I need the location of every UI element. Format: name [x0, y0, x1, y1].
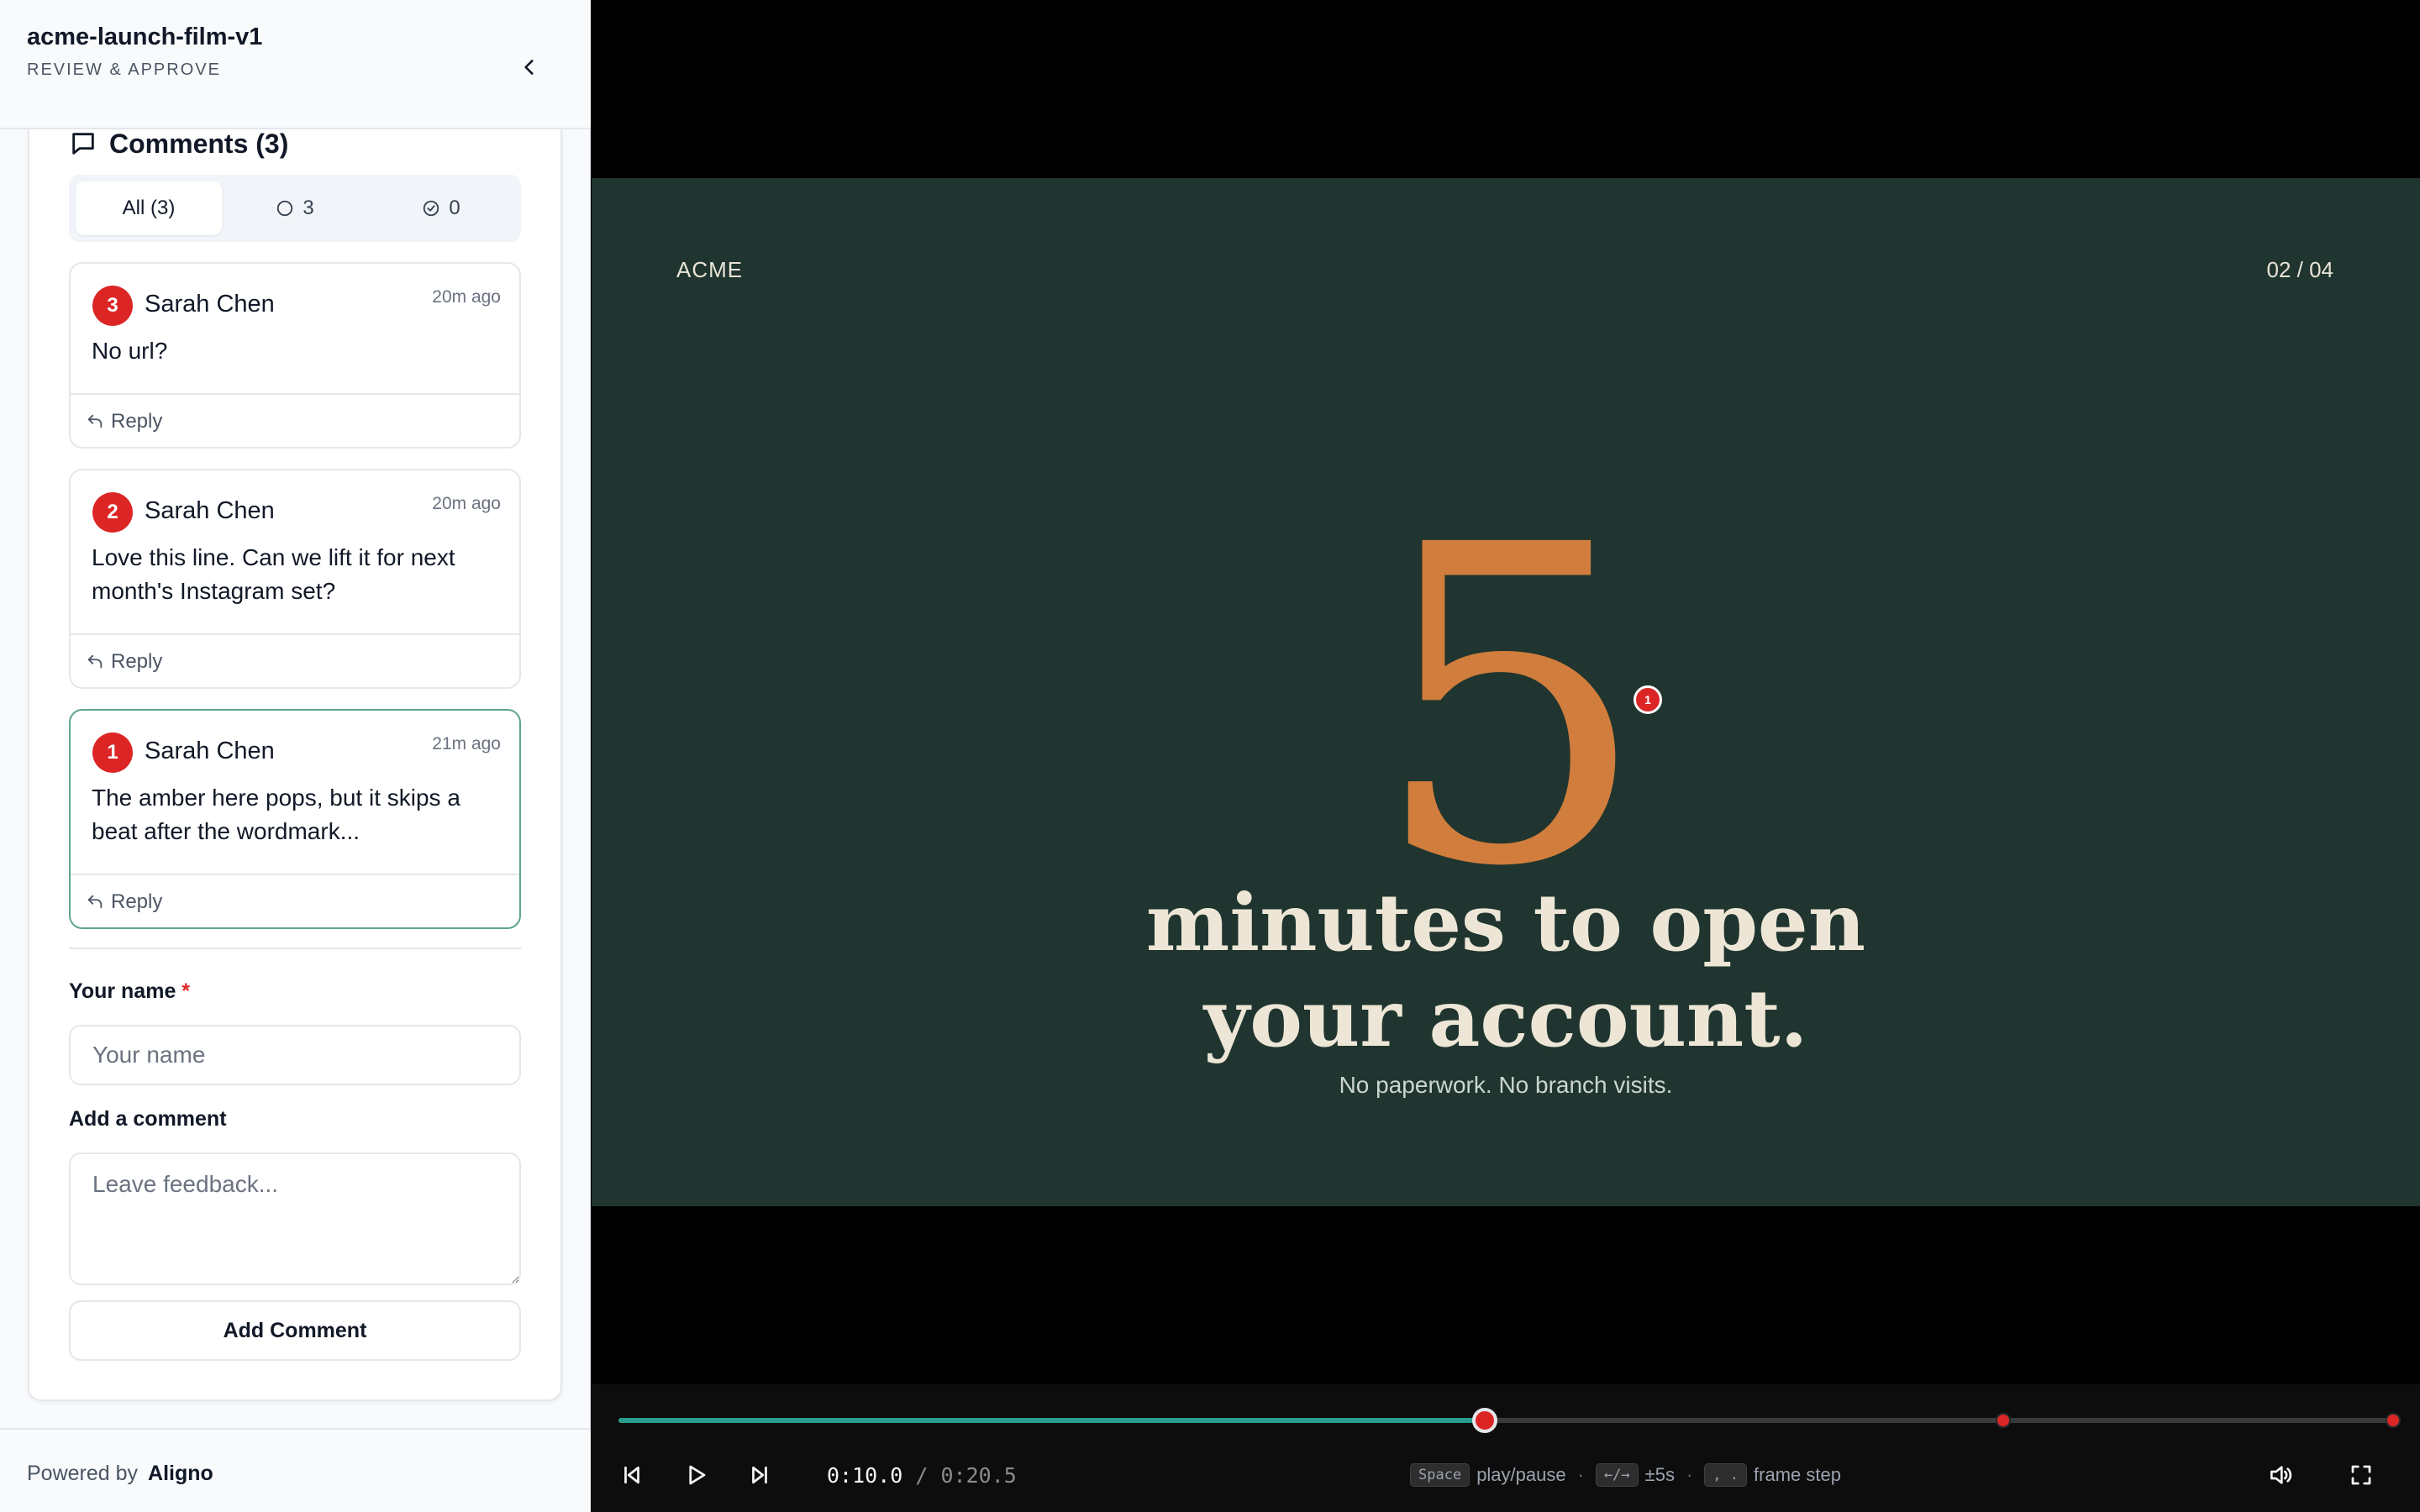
- reply-button[interactable]: Reply: [86, 395, 162, 449]
- play-icon: [689, 1465, 706, 1485]
- reply-label: Reply: [111, 410, 163, 433]
- headline-line-2: your account.: [1203, 973, 1808, 1065]
- reply-label: Reply: [111, 890, 163, 913]
- comment-number-badge: 1: [92, 732, 133, 773]
- slide-counter: 02 / 04: [2266, 257, 2333, 282]
- shortcut-action: play/pause: [1476, 1464, 1566, 1485]
- skip-back-icon: [624, 1466, 639, 1484]
- timeline-comment-marker[interactable]: [2386, 1413, 2401, 1428]
- shortcut-separator: ·: [1577, 1464, 1584, 1485]
- comment-number-badge: 2: [92, 492, 133, 533]
- name-input[interactable]: [69, 1025, 521, 1085]
- comment-filter: All (3) 3 0: [69, 175, 521, 242]
- reply-icon: [87, 895, 103, 909]
- chevron-left-icon: [524, 60, 534, 75]
- player-controls: 0:10.0 / 0:20.5 Space play/pause · ←/→ ±…: [592, 1384, 2420, 1512]
- reply-label: Reply: [111, 650, 163, 673]
- shortcut-key: ←/→: [1595, 1463, 1639, 1487]
- form-divider: [69, 948, 521, 949]
- sidebar-header: acme-launch-film-v1 REVIEW & APPROVE: [0, 0, 591, 129]
- volume-icon: [2270, 1466, 2292, 1484]
- video-player: ACME 02 / 04 5 minutes to open your acco…: [592, 0, 2420, 1512]
- add-comment-button[interactable]: Add Comment: [69, 1300, 521, 1361]
- reply-button[interactable]: Reply: [86, 875, 162, 929]
- reply-button[interactable]: Reply: [86, 635, 162, 689]
- comment-textarea[interactable]: [69, 1152, 521, 1285]
- headline-line-1: minutes to open: [1145, 877, 1866, 969]
- comment-author: Sarah Chen: [145, 497, 275, 524]
- comment-pin[interactable]: 1: [1634, 685, 1662, 714]
- required-mark: *: [182, 979, 191, 1003]
- comments-heading: Comments (3): [69, 126, 288, 161]
- review-sidebar: acme-launch-film-v1 REVIEW & APPROVE Com…: [0, 0, 591, 1512]
- filter-all-label: All (3): [122, 197, 176, 219]
- comment-text: The amber here pops, but it skips a beat…: [92, 785, 460, 844]
- comment-time: 21m ago: [432, 734, 501, 753]
- slide-subline: No paperwork. No branch visits.: [1339, 1072, 1673, 1098]
- timeline-comment-marker[interactable]: [1996, 1413, 2012, 1428]
- slide-big-number: 5: [1370, 453, 1649, 962]
- comment-text: Love this line. Can we lift it for next …: [92, 544, 455, 604]
- open-circle-icon: [277, 200, 293, 217]
- reply-icon: [87, 414, 103, 428]
- shortcut-separator: ·: [1686, 1464, 1693, 1485]
- time-separator: /: [915, 1463, 929, 1488]
- powered-by-text: Powered by: [27, 1462, 139, 1485]
- timeline-track[interactable]: [618, 1408, 2401, 1433]
- brand-link[interactable]: Aligno: [148, 1462, 213, 1486]
- name-label: Your name *: [69, 979, 190, 1004]
- filter-all-tab[interactable]: All (3): [76, 181, 222, 235]
- play-button[interactable]: [672, 1452, 719, 1499]
- volume-button[interactable]: [2257, 1452, 2304, 1499]
- comment-number-badge: 3: [92, 286, 133, 326]
- comment-card[interactable]: 2 Sarah Chen 20m ago Love this line. Can…: [69, 469, 521, 689]
- slide-brand: ACME: [676, 257, 744, 282]
- comment-label: Add a comment: [69, 1107, 227, 1131]
- slide-headline: minutes to open your account.: [592, 875, 2420, 1067]
- comment-author: Sarah Chen: [145, 291, 275, 318]
- duration: 0:20.5: [940, 1463, 1017, 1488]
- fullscreen-button[interactable]: [2338, 1452, 2385, 1499]
- current-time: 0:10.0: [827, 1463, 903, 1488]
- shortcut-action: ±5s: [1644, 1464, 1675, 1485]
- filter-resolved-tab[interactable]: 0: [368, 181, 514, 235]
- comment-text: No url?: [92, 338, 168, 364]
- comment-time: 20m ago: [432, 494, 501, 513]
- collapse-sidebar-button[interactable]: [508, 45, 551, 89]
- name-label-text: Your name: [69, 979, 176, 1003]
- timeline-playhead[interactable]: [1471, 1408, 1497, 1433]
- filter-open-tab[interactable]: 3: [222, 181, 368, 235]
- timeline-progress: [618, 1418, 1485, 1423]
- comments-title: Comments (3): [109, 128, 289, 159]
- project-title: acme-launch-film-v1: [27, 24, 263, 50]
- timecode: 0:10.0 / 0:20.5: [827, 1463, 1017, 1488]
- shortcut-key: , .: [1704, 1463, 1748, 1487]
- filter-open-count: 3: [302, 197, 314, 219]
- powered-by: Powered by Aligno: [27, 1462, 213, 1486]
- comment-author: Sarah Chen: [145, 738, 275, 764]
- reply-icon: [87, 654, 103, 669]
- comment-card[interactable]: 3 Sarah Chen 20m ago No url? Reply: [69, 262, 521, 449]
- skip-forward-icon: [752, 1466, 767, 1484]
- shortcut-action: frame step: [1754, 1464, 1841, 1485]
- shortcut-key: Space: [1410, 1463, 1470, 1487]
- keyboard-shortcuts: Space play/pause · ←/→ ±5s · , . frame s…: [1410, 1463, 1841, 1487]
- comment-card-selected[interactable]: 1 Sarah Chen 21m ago The amber here pops…: [69, 709, 521, 929]
- skip-forward-button[interactable]: [736, 1452, 783, 1499]
- sidebar-footer: Powered by Aligno: [0, 1428, 591, 1512]
- video-frame[interactable]: ACME 02 / 04 5 minutes to open your acco…: [592, 178, 2420, 1206]
- comment-time: 20m ago: [432, 287, 501, 307]
- comment-icon: [72, 133, 94, 155]
- fullscreen-icon: [2351, 1465, 2371, 1485]
- skip-back-button[interactable]: [608, 1452, 655, 1499]
- check-circle-icon: [424, 200, 439, 217]
- project-subtitle: REVIEW & APPROVE: [27, 60, 221, 79]
- filter-resolved-count: 0: [449, 197, 460, 219]
